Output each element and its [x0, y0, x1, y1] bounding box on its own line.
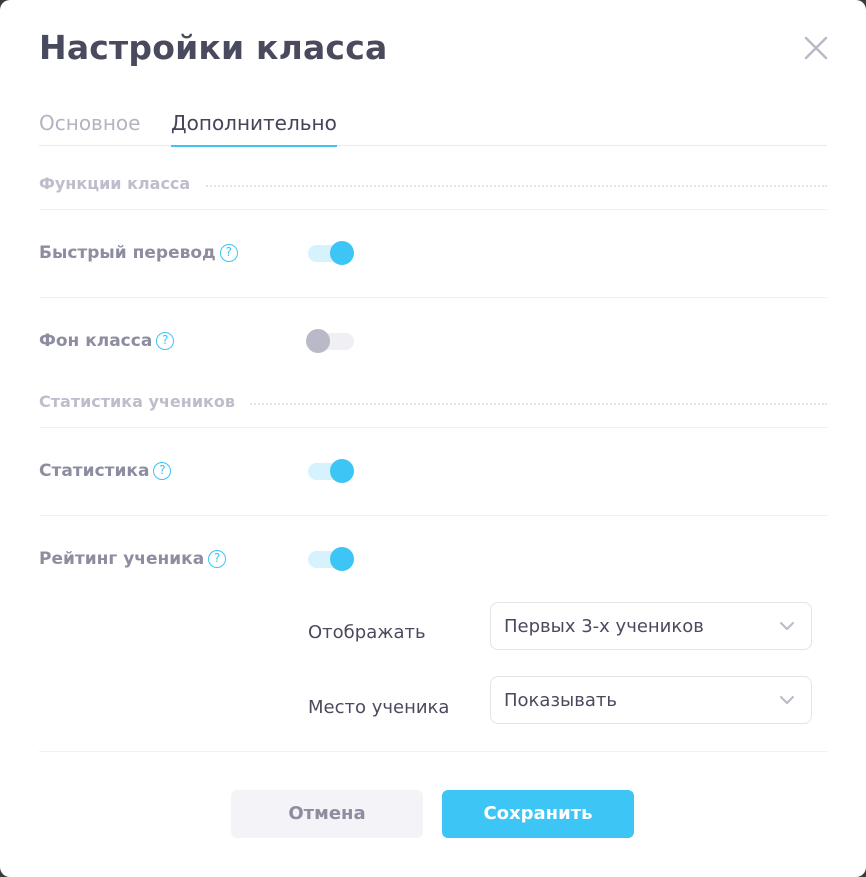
setting-label: Рейтинг ученика? — [39, 549, 227, 569]
section-label: Статистика учеников — [39, 392, 249, 411]
dialog-title: Настройки класса — [39, 28, 388, 67]
save-button[interactable]: Сохранить — [442, 790, 634, 838]
toggle-knob — [330, 241, 354, 265]
setting-row-statistics: Статистика? — [39, 428, 827, 516]
class-settings-dialog: Настройки класса Основное Дополнительно … — [0, 0, 866, 877]
place-label: Место ученика — [308, 697, 450, 718]
display-select[interactable]: Первых 3-х учеников — [490, 602, 812, 650]
setting-row-student-rating: Рейтинг ученика? — [39, 516, 827, 604]
help-icon[interactable]: ? — [153, 462, 172, 480]
chevron-down-icon — [780, 696, 794, 704]
setting-label-text: Рейтинг ученика — [39, 549, 205, 569]
setting-label-text: Фон класса — [39, 331, 153, 351]
class-background-toggle[interactable] — [306, 329, 354, 353]
tab-advanced[interactable]: Дополнительно — [171, 111, 337, 147]
section-student-stats: Статистика учеников — [39, 384, 827, 428]
setting-label-text: Статистика — [39, 461, 150, 481]
section-label: Функции класса — [39, 174, 205, 193]
close-icon[interactable] — [801, 33, 831, 63]
tab-basic[interactable]: Основное — [39, 111, 140, 147]
setting-row-class-background: Фон класса? — [39, 298, 827, 386]
cancel-button[interactable]: Отмена — [231, 790, 423, 838]
chevron-down-icon — [780, 622, 794, 630]
help-icon[interactable]: ? — [156, 332, 175, 350]
display-label: Отображать — [308, 622, 426, 643]
statistics-toggle[interactable] — [306, 459, 354, 483]
place-select[interactable]: Показывать — [490, 676, 812, 724]
setting-label-text: Быстрый перевод — [39, 243, 216, 263]
student-rating-toggle[interactable] — [306, 547, 354, 571]
place-select-value: Показывать — [504, 690, 617, 711]
footer-divider — [39, 751, 827, 752]
setting-label: Статистика? — [39, 461, 172, 481]
quick-translate-toggle[interactable] — [306, 241, 354, 265]
toggle-knob — [330, 547, 354, 571]
setting-label: Фон класса? — [39, 331, 175, 351]
help-icon[interactable]: ? — [219, 244, 238, 262]
setting-row-quick-translate: Быстрый перевод? — [39, 210, 827, 298]
help-icon[interactable]: ? — [208, 550, 227, 568]
tab-bar: Основное Дополнительно — [39, 108, 827, 147]
setting-label: Быстрый перевод? — [39, 243, 238, 263]
display-select-value: Первых 3-х учеников — [504, 616, 704, 637]
toggle-knob — [306, 329, 330, 353]
toggle-knob — [330, 459, 354, 483]
section-class-functions: Функции класса — [39, 166, 827, 210]
